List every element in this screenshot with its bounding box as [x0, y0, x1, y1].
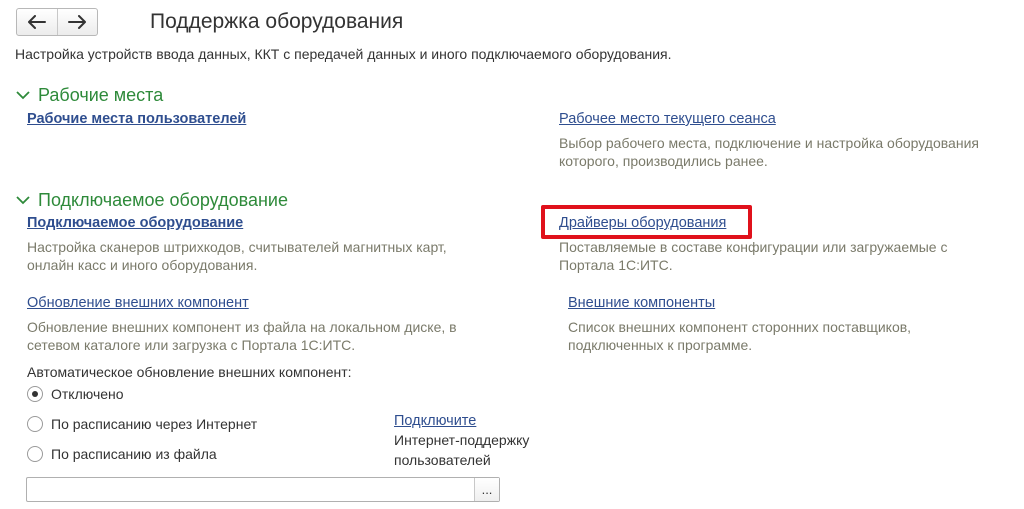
radio-option-internet-schedule[interactable]: По расписанию через Интернет: [27, 416, 257, 432]
back-button[interactable]: [17, 9, 57, 35]
external-components-link[interactable]: Внешние компоненты: [568, 295, 715, 311]
highlight-frame: [541, 205, 752, 239]
connect-support-link[interactable]: Подключите: [394, 413, 476, 429]
arrow-right-icon: [68, 15, 87, 29]
group-equipment[interactable]: Подключаемое оборудование: [16, 190, 288, 211]
page-subtitle: Настройка устройств ввода данных, ККТ с …: [15, 46, 672, 62]
external-components-description: Список внешних компонент сторонних поста…: [568, 319, 912, 353]
update-components-description: Обновление внешних компонент из файла на…: [27, 319, 457, 353]
user-workplaces-link[interactable]: Рабочие места пользователей: [27, 111, 246, 127]
file-path-input[interactable]: [27, 478, 474, 501]
forward-button[interactable]: [56, 9, 98, 35]
page-title: Поддержка оборудования: [150, 10, 404, 33]
group-workplaces-title: Рабочие места: [38, 85, 164, 105]
group-workplaces[interactable]: Рабочие места: [16, 85, 163, 106]
current-session-description: Выбор рабочего места, подключение и наст…: [559, 135, 979, 169]
arrow-left-icon: [27, 15, 46, 29]
auto-update-label: Автоматическое обновление внешних компон…: [27, 364, 352, 380]
radio-label: По расписанию через Интернет: [51, 416, 258, 432]
chevron-down-icon: [16, 196, 30, 205]
radio-button[interactable]: [27, 446, 43, 462]
current-session-workplace-link[interactable]: Рабочее место текущего сеанса: [559, 111, 776, 127]
connected-equipment-description: Настройка сканеров штрихкодов, считывате…: [27, 239, 447, 273]
chevron-down-icon: [16, 91, 30, 100]
equipment-drivers-description: Поставляемые в составе конфигурации или …: [559, 239, 948, 273]
internet-support-note: Интернет-поддержку пользователей: [394, 432, 530, 468]
radio-button[interactable]: [27, 416, 43, 432]
radio-label: По расписанию из файла: [51, 446, 217, 462]
radio-label: Отключено: [51, 386, 124, 402]
file-path-field: ...: [26, 477, 500, 502]
group-equipment-title: Подключаемое оборудование: [38, 190, 288, 210]
connected-equipment-link[interactable]: Подключаемое оборудование: [27, 215, 243, 231]
browse-button[interactable]: ...: [474, 478, 499, 501]
radio-option-disabled[interactable]: Отключено: [27, 386, 124, 402]
radio-button[interactable]: [27, 386, 43, 402]
navigation-buttons: [16, 8, 98, 36]
update-components-link[interactable]: Обновление внешних компонент: [27, 295, 249, 311]
radio-option-file-schedule[interactable]: По расписанию из файла: [27, 446, 217, 462]
